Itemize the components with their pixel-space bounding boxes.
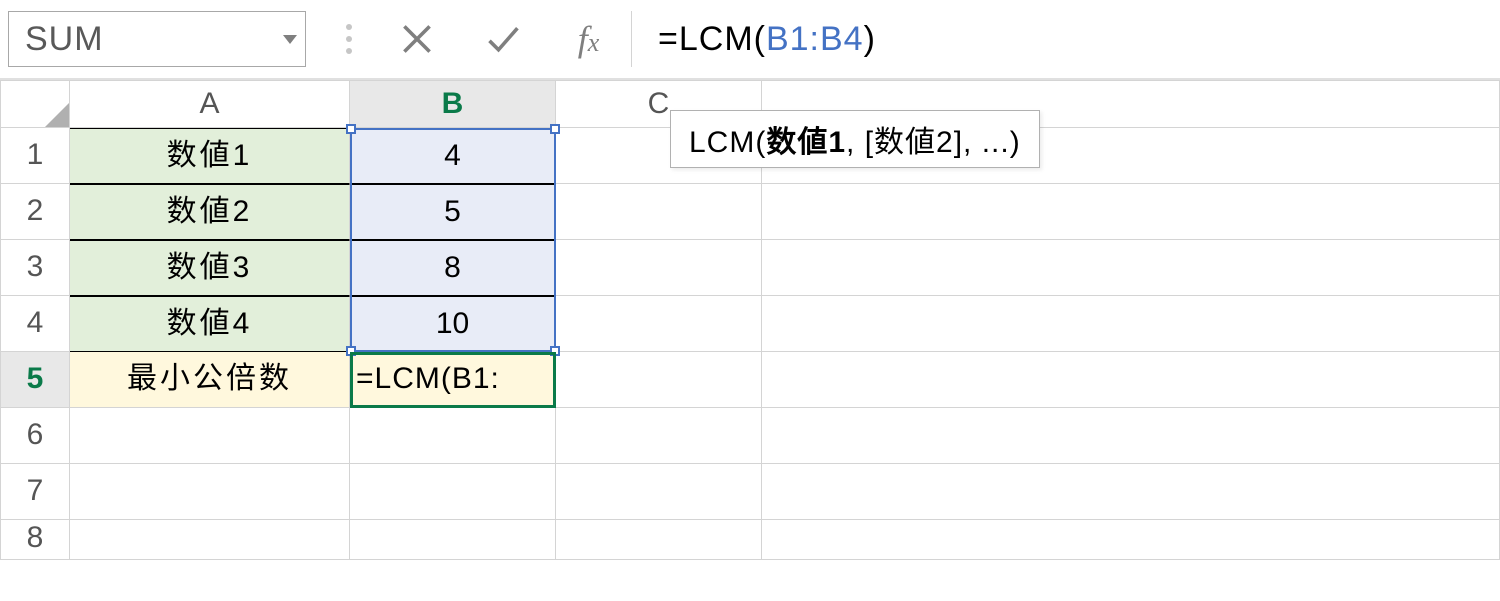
cell-A5[interactable]: 最小公倍数 xyxy=(70,352,350,408)
cell-rest-3[interactable] xyxy=(762,240,1500,296)
row-header-2[interactable]: 2 xyxy=(0,184,70,240)
cell-A3[interactable]: 数値3 xyxy=(70,240,350,296)
cell-A1[interactable]: 数値1 xyxy=(70,128,350,184)
x-icon xyxy=(399,21,435,57)
formula-suffix: ) xyxy=(864,20,876,58)
cell-C7[interactable] xyxy=(556,464,762,520)
function-tooltip: LCM(数値1, [数値2], ...) xyxy=(670,110,1040,168)
cell-A4[interactable]: 数値4 xyxy=(70,296,350,352)
row-header-4[interactable]: 4 xyxy=(0,296,70,352)
cell-B8[interactable] xyxy=(350,520,556,560)
check-icon xyxy=(485,21,521,57)
row-header-3[interactable]: 3 xyxy=(0,240,70,296)
name-box-value: SUM xyxy=(25,20,283,59)
row-header-1[interactable]: 1 xyxy=(0,128,70,184)
formula-prefix: =LCM( xyxy=(658,20,766,58)
cell-rest-4[interactable] xyxy=(762,296,1500,352)
formula-bar-grip-icon xyxy=(346,24,352,54)
cell-rest-7[interactable] xyxy=(762,464,1500,520)
cell-C6[interactable] xyxy=(556,408,762,464)
tooltip-fn: LCM( xyxy=(689,126,766,159)
cell-A2[interactable]: 数値2 xyxy=(70,184,350,240)
cell-C2[interactable] xyxy=(556,184,762,240)
cell-B4[interactable]: 10 xyxy=(350,296,556,352)
cell-rest-5[interactable] xyxy=(762,352,1500,408)
row-header-5[interactable]: 5 xyxy=(0,352,70,408)
cell-rest-8[interactable] xyxy=(762,520,1500,560)
formula-bar: SUM fx =LCM(B1:B4) xyxy=(0,0,1500,78)
cell-B7[interactable] xyxy=(350,464,556,520)
cancel-button[interactable] xyxy=(374,11,460,67)
cell-B3[interactable]: 8 xyxy=(350,240,556,296)
cell-B5[interactable]: =LCM(B1: xyxy=(350,352,556,408)
name-box[interactable]: SUM xyxy=(8,11,306,67)
enter-button[interactable] xyxy=(460,11,546,67)
cell-B6[interactable] xyxy=(350,408,556,464)
column-header-A[interactable]: A xyxy=(70,80,350,128)
column-header-B[interactable]: B xyxy=(350,80,556,128)
cell-B1[interactable]: 4 xyxy=(350,128,556,184)
select-all-triangle-icon xyxy=(45,103,69,127)
fx-button[interactable]: fx xyxy=(546,11,632,67)
cell-rest-2[interactable] xyxy=(762,184,1500,240)
cell-C5[interactable] xyxy=(556,352,762,408)
cell-C4[interactable] xyxy=(556,296,762,352)
cell-A8[interactable] xyxy=(70,520,350,560)
cell-A6[interactable] xyxy=(70,408,350,464)
select-all-corner[interactable] xyxy=(0,80,70,128)
cell-B2[interactable]: 5 xyxy=(350,184,556,240)
spreadsheet-grid[interactable]: A B C 1 数値1 4 2 数値2 5 3 数値3 8 4 数値4 10 5… xyxy=(0,80,1500,560)
cell-C8[interactable] xyxy=(556,520,762,560)
tooltip-arg1: 数値1 xyxy=(766,126,846,159)
tooltip-rest: , [数値2], ...) xyxy=(846,126,1021,159)
cell-C3[interactable] xyxy=(556,240,762,296)
row-header-8[interactable]: 8 xyxy=(0,520,70,560)
row-header-6[interactable]: 6 xyxy=(0,408,70,464)
cell-A7[interactable] xyxy=(70,464,350,520)
cell-rest-6[interactable] xyxy=(762,408,1500,464)
name-box-dropdown-icon[interactable] xyxy=(283,35,297,44)
formula-reference: B1:B4 xyxy=(766,20,864,58)
row-header-7[interactable]: 7 xyxy=(0,464,70,520)
formula-input[interactable]: =LCM(B1:B4) xyxy=(632,11,1492,67)
